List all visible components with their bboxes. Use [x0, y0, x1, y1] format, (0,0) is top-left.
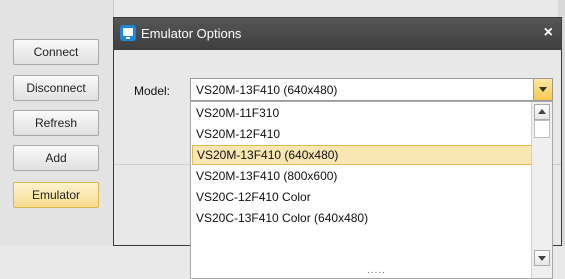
add-button[interactable]: Add: [13, 145, 99, 171]
close-icon[interactable]: ×: [544, 24, 553, 42]
refresh-button[interactable]: Refresh: [13, 110, 99, 136]
scroll-down-icon[interactable]: [534, 250, 550, 266]
emulator-options-dialog: Emulator Options × Model: VS20M-13F410 (…: [113, 17, 562, 279]
scroll-thumb[interactable]: [534, 120, 550, 138]
model-label: Model:: [134, 84, 171, 98]
model-select[interactable]: VS20M-13F410 (640x480): [190, 78, 553, 101]
resize-grip-icon[interactable]: .....: [367, 265, 386, 276]
emulator-button[interactable]: Emulator: [13, 182, 99, 208]
chevron-down-icon[interactable]: [533, 79, 552, 100]
disconnect-button[interactable]: Disconnect: [13, 75, 99, 101]
list-item[interactable]: VS20M-11F310: [192, 103, 532, 123]
list-items: VS20M-11F310 VS20M-12F410 VS20M-13F410 (…: [192, 103, 532, 278]
list-item-selected[interactable]: VS20M-13F410 (640x480): [192, 145, 532, 165]
list-item[interactable]: VS20C-12F410 Color: [192, 187, 532, 207]
list-item[interactable]: VS20M-13F410 (800x600): [192, 166, 532, 186]
dialog-titlebar[interactable]: Emulator Options ×: [114, 18, 561, 50]
app-icon: [120, 25, 136, 41]
connect-button[interactable]: Connect: [13, 39, 99, 65]
dialog-title: Emulator Options: [141, 26, 242, 41]
list-item[interactable]: VS20M-12F410: [192, 124, 532, 144]
left-panel: Connect Disconnect Refresh Add Emulator: [0, 0, 114, 246]
list-item[interactable]: VS20C-13F410 Color (640x480): [192, 208, 532, 228]
scroll-up-icon[interactable]: [534, 104, 550, 120]
model-options-list[interactable]: VS20M-11F310 VS20M-12F410 VS20M-13F410 (…: [190, 101, 553, 279]
dialog-content: Model: VS20M-13F410 (640x480) VS20M-11F3…: [114, 50, 561, 279]
vertical-scrollbar[interactable]: [531, 102, 552, 278]
selected-model-value: VS20M-13F410 (640x480): [196, 83, 338, 97]
